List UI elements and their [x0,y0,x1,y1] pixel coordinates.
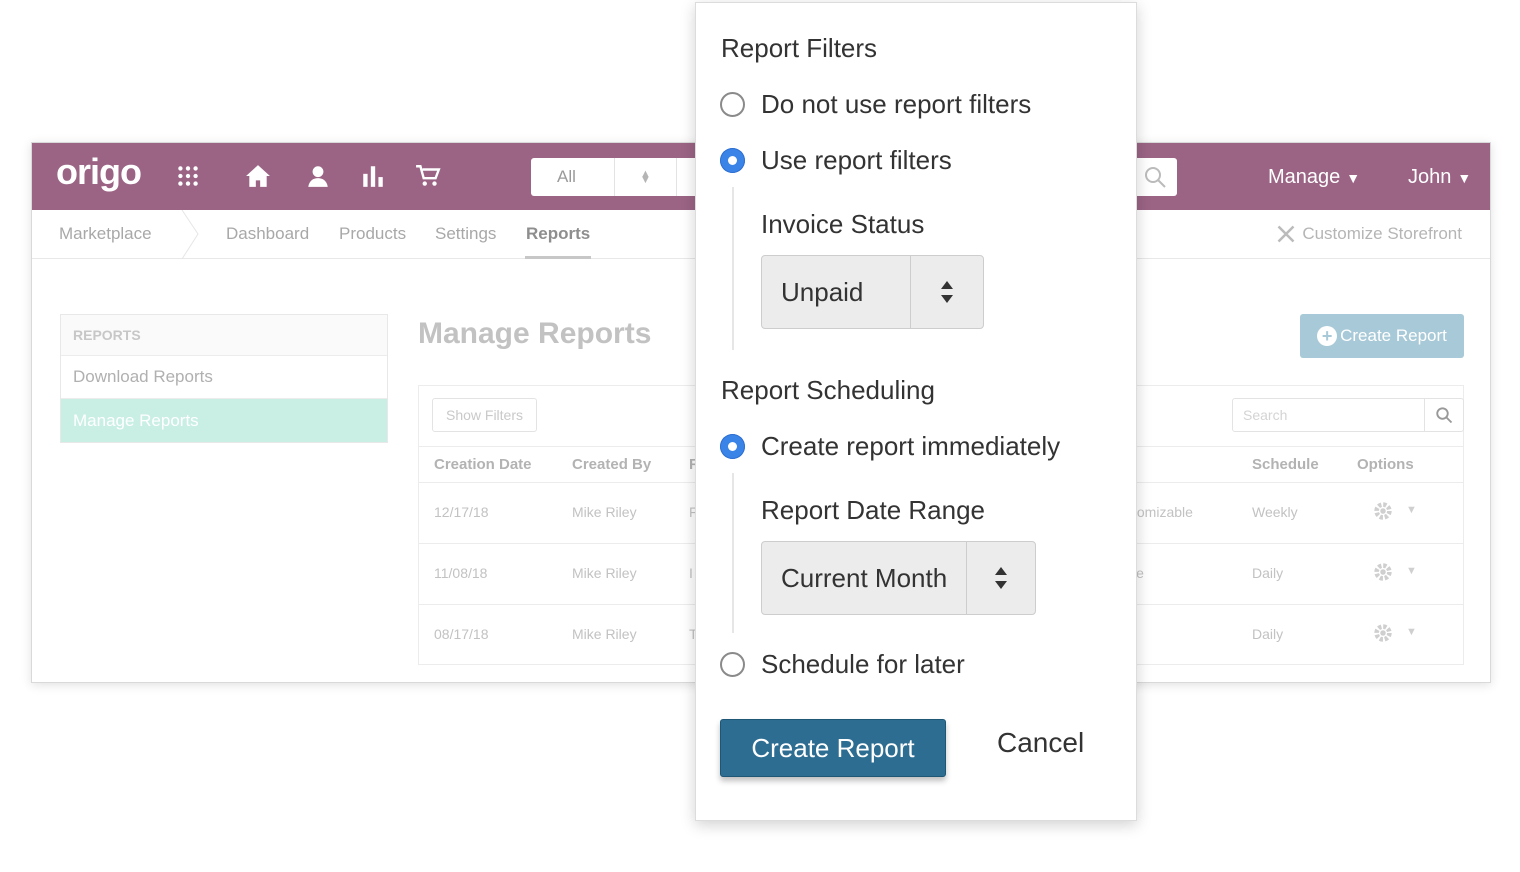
radio-use-filters-label: Use report filters [761,145,952,175]
report-filters-heading: Report Filters [721,33,878,63]
page-title: Manage Reports [418,317,652,350]
radio-use-filters[interactable]: Use report filters [720,145,952,176]
user-menu-label: John [1408,166,1452,188]
breadcrumb-separator [181,210,199,259]
create-report-button-bg[interactable]: + Create Report [1300,314,1464,358]
subnav-settings[interactable]: Settings [435,224,496,244]
radio-button-selected[interactable] [720,148,745,173]
radio-no-filters-label: Do not use report filters [761,89,1032,119]
bar-chart-icon[interactable] [358,161,388,191]
nested-indent-line [732,473,734,633]
column-schedule[interactable]: Schedule [1252,456,1319,473]
radio-schedule-later-label: Schedule for later [761,649,965,679]
active-tab-indicator [525,256,591,259]
invoice-status-label: Invoice Status [761,209,925,239]
radio-button[interactable] [720,92,745,117]
tools-icon [1277,225,1295,243]
cell-schedule: Weekly [1252,504,1298,520]
show-filters-button[interactable]: Show Filters [432,398,537,432]
radio-create-immediately-label: Create report immediately [761,431,1061,461]
search-scope-select[interactable]: All ▲ ▼ [531,158,701,196]
cell-created-by: Mike Riley [572,504,637,520]
logo[interactable]: origo [56,151,142,193]
caret-down-icon[interactable]: ▼ [1406,504,1417,516]
gear-icon[interactable] [1372,561,1394,583]
report-date-range-label: Report Date Range [761,495,986,525]
subnav-marketplace[interactable]: Marketplace [59,224,152,244]
cell-date: 12/17/18 [434,504,489,520]
cell-partial: I [689,565,693,581]
report-date-range-select[interactable]: Current Month [761,541,1036,615]
cell-schedule: Daily [1252,565,1284,581]
subnav-dashboard[interactable]: Dashboard [226,224,309,244]
nested-indent-line [732,187,734,350]
customize-storefront-link[interactable]: Customize Storefront [1276,224,1462,244]
gear-icon[interactable] [1372,622,1394,644]
subnav-products[interactable]: Products [339,224,406,244]
create-report-button[interactable]: Create Report [720,719,946,777]
gear-icon[interactable] [1372,500,1394,522]
caret-down-icon: ▼ [1457,170,1472,186]
spinner-arrows-icon [967,542,1035,614]
cell-name: tomizable [1133,504,1193,520]
sidebar-header: REPORTS [61,315,387,356]
column-options: Options [1357,456,1414,473]
caret-down-icon: ▼ [1346,170,1361,186]
caret-down-icon[interactable]: ▼ [1406,565,1417,577]
search-icon[interactable] [1425,399,1463,431]
invoice-status-select[interactable]: Unpaid [761,255,984,329]
radio-button[interactable] [720,652,745,677]
search-icon[interactable] [1132,158,1177,196]
home-icon[interactable] [243,161,273,191]
cell-date: 11/08/18 [434,565,488,581]
sidebar-item-manage-reports[interactable]: Manage Reports [61,399,387,442]
radio-no-filters[interactable]: Do not use report filters [720,89,1031,120]
spinner-arrows-icon [911,256,983,328]
table-search-input[interactable]: Search [1233,399,1425,431]
cart-icon[interactable] [413,161,443,191]
invoice-status-value: Unpaid [762,256,912,328]
cell-schedule: Daily [1252,626,1284,642]
column-created-by[interactable]: Created By [572,456,651,473]
user-icon[interactable] [303,161,333,191]
subnav-reports[interactable]: Reports [526,224,590,244]
scope-spinner-icon: ▲ ▼ [615,158,677,196]
sidebar: REPORTS Download Reports Manage Reports [60,314,388,443]
cell-created-by: Mike Riley [572,626,637,642]
table-search: Search [1232,398,1464,432]
column-creation-date[interactable]: Creation Date [434,456,532,473]
create-report-dialog: Report Filters Do not use report filters… [695,2,1137,821]
user-menu[interactable]: John ▼ [1408,166,1471,189]
manage-menu[interactable]: Manage ▼ [1268,166,1360,189]
cell-date: 08/17/18 [434,626,489,642]
search-scope-value: All [531,158,615,196]
create-report-label: Create Report [1340,326,1447,345]
apps-grid-icon[interactable] [173,161,203,191]
caret-down-icon[interactable]: ▼ [1406,626,1417,638]
report-date-range-value: Current Month [762,542,968,614]
radio-schedule-later[interactable]: Schedule for later [720,649,965,680]
customize-storefront-label: Customize Storefront [1302,224,1462,243]
plus-icon: + [1317,326,1338,346]
cancel-button[interactable]: Cancel [997,727,1084,759]
sidebar-item-download-reports[interactable]: Download Reports [61,356,387,399]
radio-create-immediately[interactable]: Create report immediately [720,431,1060,462]
radio-button-selected[interactable] [720,434,745,459]
report-scheduling-heading: Report Scheduling [721,375,935,405]
cell-created-by: Mike Riley [572,565,637,581]
manage-menu-label: Manage [1268,166,1341,188]
